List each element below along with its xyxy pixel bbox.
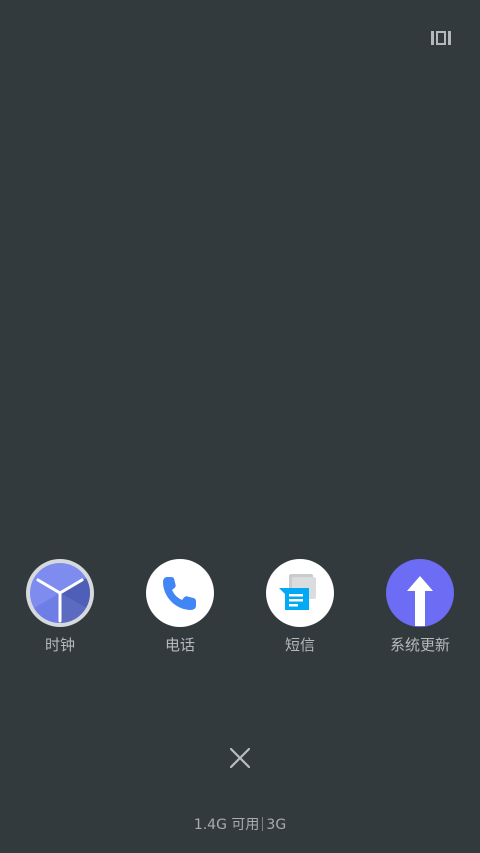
- clock-app-icon: [25, 558, 95, 628]
- app-phone[interactable]: 电话: [120, 558, 240, 654]
- app-label-messages: 短信: [284, 636, 315, 654]
- app-clock[interactable]: 时钟: [0, 558, 120, 654]
- clear-all-button[interactable]: [222, 740, 258, 776]
- app-label-clock: 时钟: [44, 636, 75, 654]
- system-update-app-icon: [385, 558, 455, 628]
- multi-window-icon: [431, 31, 451, 45]
- memory-available-text: 1.4G 可用: [193, 817, 260, 833]
- network-type-text: 3G: [266, 817, 287, 833]
- app-label-phone: 电话: [164, 636, 195, 654]
- recent-apps-row: 时钟 电话 短信 系统更新: [0, 558, 480, 658]
- app-label-system-update: 系统更新: [389, 636, 450, 654]
- clock-icon: [26, 559, 94, 627]
- multi-window-button[interactable]: [429, 28, 453, 48]
- close-icon: [230, 748, 250, 768]
- app-messages[interactable]: 短信: [240, 558, 360, 654]
- divider: [262, 817, 264, 831]
- app-system-update[interactable]: 系统更新: [360, 558, 480, 654]
- messages-icon: [266, 559, 334, 627]
- phone-app-icon: [145, 558, 215, 628]
- memory-status: 1.4G 可用 3G: [0, 815, 480, 835]
- phone-icon: [146, 559, 214, 627]
- system-update-icon: [386, 559, 454, 627]
- messages-app-icon: [265, 558, 335, 628]
